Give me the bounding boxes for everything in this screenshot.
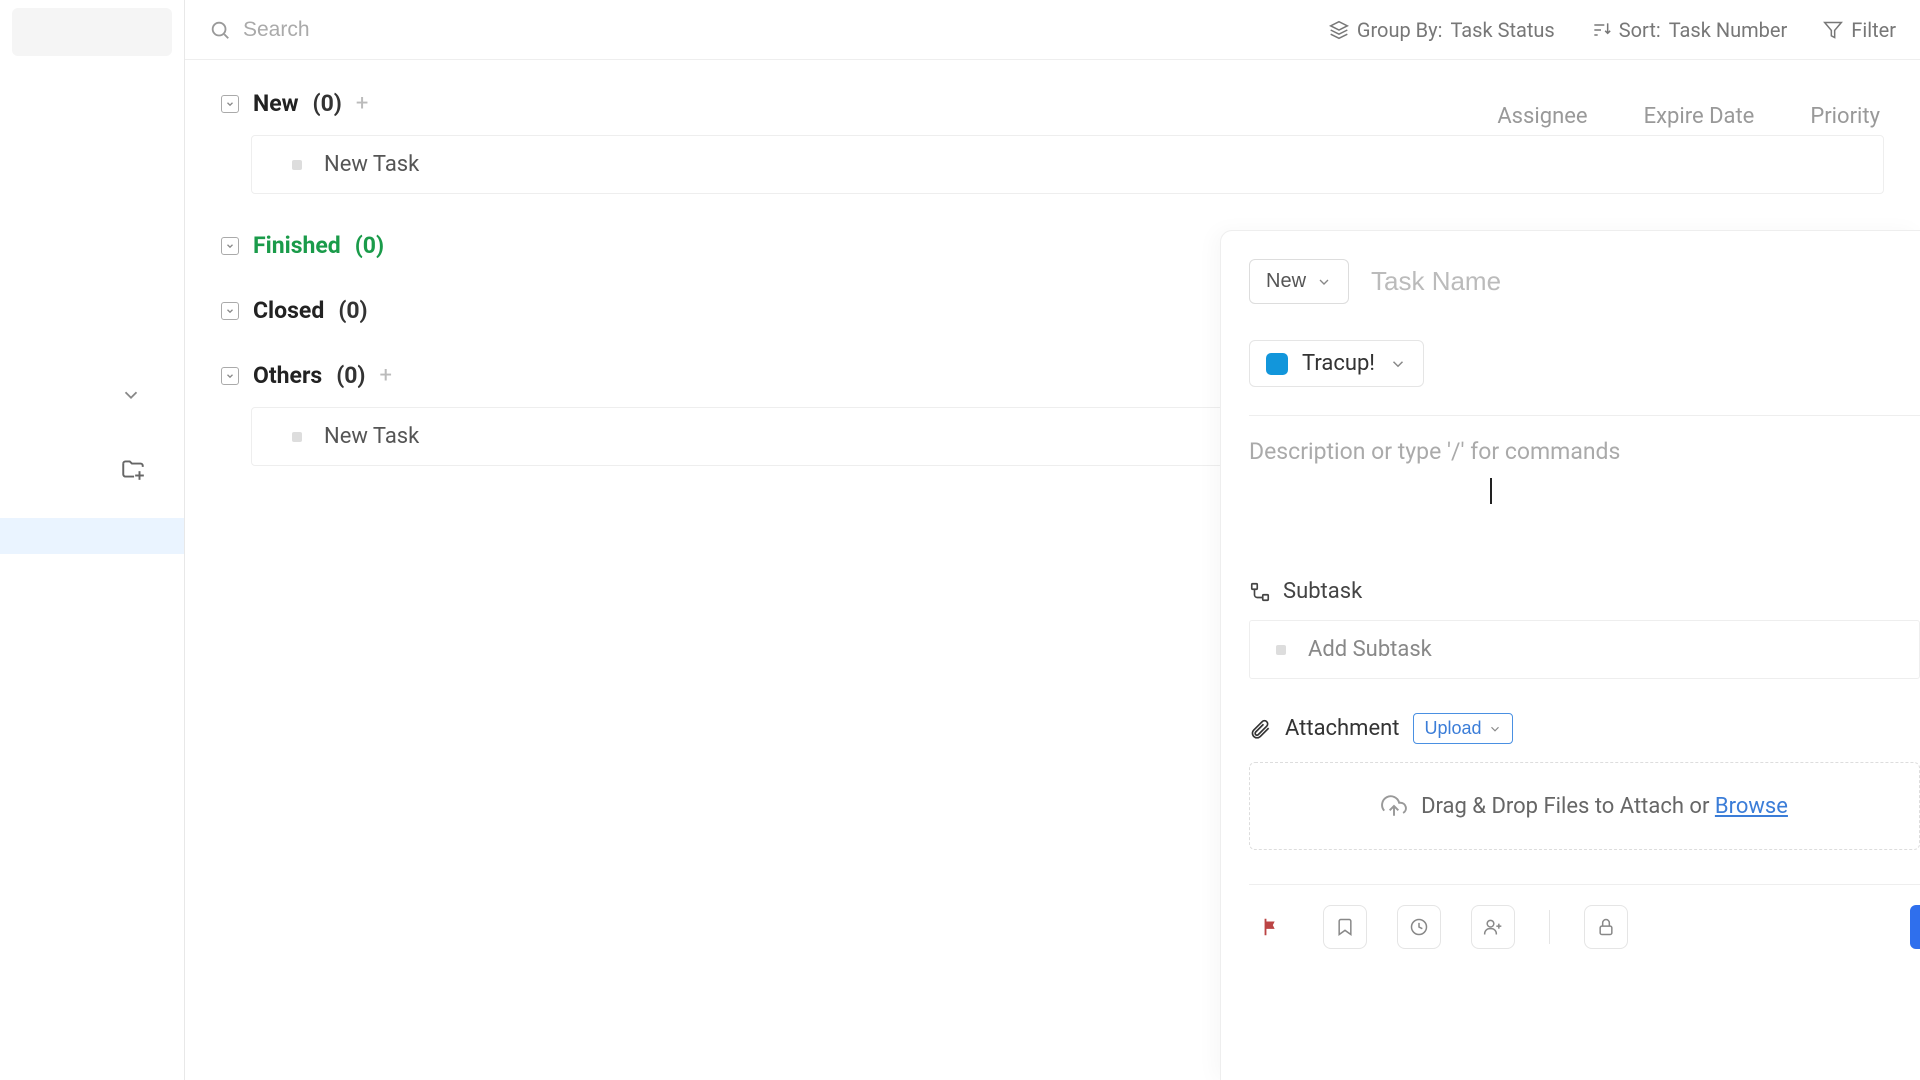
topbar-actions: Group By: Task Status Sort: Task Number … <box>1329 18 1896 42</box>
sort-icon <box>1591 20 1611 40</box>
paperclip-icon <box>1249 718 1271 740</box>
folder-plus-icon[interactable] <box>120 456 146 482</box>
sidebar-selected-item[interactable] <box>0 518 184 554</box>
group-count: (0) <box>336 362 365 389</box>
collapse-toggle-icon[interactable] <box>221 95 239 113</box>
group-by-label: Group By: <box>1357 18 1443 42</box>
chevron-down-icon <box>1488 722 1502 736</box>
chevron-down-icon <box>1389 355 1407 373</box>
add-task-icon[interactable]: + <box>380 363 392 388</box>
dropzone-prefix: Drag & Drop Files to Attach or <box>1421 794 1715 819</box>
bullet-icon <box>292 432 302 442</box>
group-name: Finished <box>253 232 341 259</box>
new-task-label: New Task <box>324 152 419 177</box>
filter-label: Filter <box>1851 18 1896 42</box>
project-color-swatch <box>1266 353 1288 375</box>
search-icon <box>209 19 231 41</box>
sidebar-top-item[interactable] <box>12 8 172 56</box>
flag-icon[interactable] <box>1249 905 1293 949</box>
sidebar <box>0 0 185 1080</box>
project-name: Tracup! <box>1302 351 1375 376</box>
attachment-section-header: Attachment Upload <box>1249 713 1920 744</box>
col-priority: Priority <box>1810 104 1880 129</box>
task-name-input[interactable] <box>1371 266 1920 297</box>
sort-label: Sort: <box>1619 18 1661 42</box>
clock-icon[interactable] <box>1397 905 1441 949</box>
filter-button[interactable]: Filter <box>1823 18 1896 42</box>
collapse-toggle-icon[interactable] <box>221 302 239 320</box>
search-wrap <box>209 18 1319 42</box>
column-headers: Assignee Expire Date Priority <box>1497 104 1880 129</box>
collapse-toggle-icon[interactable] <box>221 367 239 385</box>
group-by-button[interactable]: Group By: Task Status <box>1329 18 1555 42</box>
lock-icon[interactable] <box>1584 905 1628 949</box>
search-input[interactable] <box>243 18 643 42</box>
upload-button[interactable]: Upload <box>1413 713 1512 744</box>
primary-action-button[interactable] <box>1910 905 1920 949</box>
subtask-icon <box>1249 581 1271 603</box>
description-placeholder: Description or type '/' for commands <box>1249 438 1920 465</box>
col-assignee: Assignee <box>1497 104 1587 129</box>
add-task-icon[interactable]: + <box>356 91 368 116</box>
col-expire-date: Expire Date <box>1644 104 1755 129</box>
add-subtask-row[interactable]: Add Subtask <box>1249 620 1920 679</box>
browse-link[interactable]: Browse <box>1715 794 1788 819</box>
project-dropdown[interactable]: Tracup! <box>1249 340 1424 387</box>
sort-button[interactable]: Sort: Task Number <box>1591 18 1788 42</box>
user-plus-icon[interactable] <box>1471 905 1515 949</box>
group-count: (0) <box>313 90 342 117</box>
layers-icon <box>1329 20 1349 40</box>
task-panel: New Tracup! Description or type '/' for … <box>1220 230 1920 1080</box>
attachment-title: Attachment <box>1285 716 1399 741</box>
main-area: Group By: Task Status Sort: Task Number … <box>185 0 1920 1080</box>
status-label: New <box>1266 270 1306 293</box>
group-name: New <box>253 90 299 117</box>
group-name: Others <box>253 362 322 389</box>
attachment-dropzone[interactable]: Drag & Drop Files to Attach or Browse <box>1249 762 1920 850</box>
new-task-label: New Task <box>324 424 419 449</box>
bullet-icon <box>292 160 302 170</box>
group-count: (0) <box>355 232 384 259</box>
divider <box>1549 910 1550 944</box>
text-cursor <box>1490 478 1492 504</box>
collapse-toggle-icon[interactable] <box>221 237 239 255</box>
group-count: (0) <box>338 297 367 324</box>
subtask-title: Subtask <box>1283 579 1362 604</box>
bookmark-icon[interactable] <box>1323 905 1367 949</box>
sort-value: Task Number <box>1669 18 1788 42</box>
add-subtask-label: Add Subtask <box>1308 637 1432 662</box>
dropzone-text: Drag & Drop Files to Attach or Browse <box>1421 794 1788 819</box>
group-by-value: Task Status <box>1450 18 1554 42</box>
bullet-icon <box>1276 645 1286 655</box>
description-input[interactable]: Description or type '/' for commands <box>1249 415 1920 545</box>
topbar: Group By: Task Status Sort: Task Number … <box>185 0 1920 60</box>
cloud-upload-icon <box>1381 793 1407 819</box>
status-dropdown[interactable]: New <box>1249 259 1349 304</box>
panel-footer <box>1249 884 1920 969</box>
chevron-down-icon <box>1316 274 1332 290</box>
chevron-down-icon[interactable] <box>120 384 142 406</box>
upload-label: Upload <box>1424 718 1481 739</box>
subtask-section-header: Subtask <box>1249 579 1920 604</box>
new-task-row[interactable]: New Task <box>251 135 1884 194</box>
group-name: Closed <box>253 297 324 324</box>
filter-icon <box>1823 20 1843 40</box>
